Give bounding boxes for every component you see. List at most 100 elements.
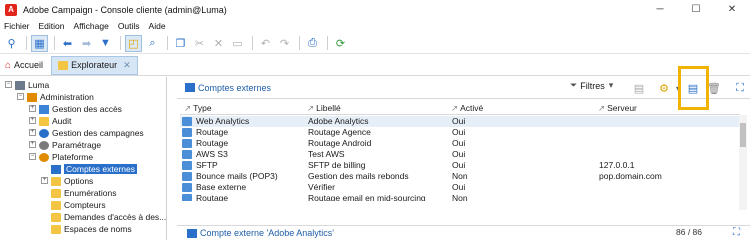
list-panel-header: Comptes externes ⏷ Filtres ▾ ▤ ⚙ ▾ ▤ 🗑 ⛶ [177, 77, 750, 99]
select-tool-icon[interactable]: ◰ [125, 34, 142, 52]
trash-icon[interactable]: 🗑 [707, 81, 721, 95]
cut-icon[interactable]: ✂ [191, 35, 208, 52]
menu-affichage[interactable]: Affichage [74, 21, 109, 31]
window-title: Adobe Campaign - Console cliente (admin@… [23, 4, 227, 15]
table-row[interactable]: Base externe Vérifier Oui [180, 182, 740, 193]
mail-icon [182, 172, 192, 181]
refresh-icon[interactable]: ⟳ [332, 35, 349, 52]
menu-aide[interactable]: Aide [149, 21, 166, 31]
tree-item-access-requests[interactable]: Demandes d'accès à des... [51, 211, 166, 223]
detail-title: Compte externe 'Adobe Analytics' [200, 228, 335, 238]
tab-explorer-label: Explorateur [71, 60, 118, 70]
paste-icon[interactable]: ▭ [229, 35, 246, 52]
menu-edition[interactable]: Edition [39, 21, 65, 31]
menu-fichier[interactable]: Fichier [4, 21, 30, 31]
detail-view-icon[interactable]: ⛶ [733, 81, 747, 95]
vertical-scrollbar[interactable] [739, 115, 747, 210]
campaign-icon [39, 128, 49, 138]
tree-item-namespaces[interactable]: Espaces de noms [51, 223, 132, 235]
tab-home-label: Accueil [14, 60, 44, 70]
tree-item-settings[interactable]: Paramétrage [39, 139, 101, 151]
column-header-enabled[interactable]: ↗ Activé [451, 103, 483, 114]
column-header-server[interactable]: ↗ Serveur [598, 103, 637, 114]
expand-icon[interactable]: + [29, 117, 36, 124]
delete-icon[interactable]: ✕ [210, 35, 227, 52]
cloud-storage-icon [182, 150, 192, 159]
filters-button[interactable]: ⏷ Filtres ▾ [570, 80, 613, 91]
gear-icon [39, 152, 49, 162]
tabs-row: ⌂ Accueil Explorateur ✕ [0, 55, 750, 76]
gear-icon [39, 140, 49, 150]
menu-outils[interactable]: Outils [118, 21, 140, 31]
table-row[interactable]: AWS S3 Test AWS Oui [180, 149, 740, 160]
folder-key-icon [39, 104, 49, 114]
tree-item-counters[interactable]: Compteurs [51, 199, 106, 211]
routing-icon [182, 194, 192, 201]
navigation-tree: − Luma − Administration + Gestion des ac… [0, 77, 167, 240]
minimize-button[interactable]: ─ [642, 0, 678, 19]
forward-arrow-icon[interactable]: ➡ [78, 35, 95, 52]
table-row[interactable]: Routage Routage email en mid-sourcing No… [180, 193, 740, 201]
tree-item-root[interactable]: Luma [15, 79, 49, 91]
tree-item-platform[interactable]: Plateforme [39, 151, 93, 163]
table-row[interactable]: SFTP SFTP de billing Oui 127.0.0.1 [180, 160, 740, 171]
home-icon: ⌂ [5, 59, 12, 71]
routing-icon [182, 128, 192, 137]
table-row[interactable]: Routage Routage Android Oui [180, 138, 740, 149]
window-controls: ─ ☐ ✕ [642, 0, 750, 19]
external-account-icon [185, 83, 195, 92]
close-icon[interactable]: ✕ [123, 60, 131, 71]
folder-down-icon[interactable]: ▼ [97, 35, 114, 52]
menu-bar: Fichier Edition Affichage Outils Aide [0, 19, 750, 33]
tree-item-audit[interactable]: Audit [39, 115, 71, 127]
tab-home[interactable]: ⌂ Accueil [0, 60, 51, 71]
copy-icon[interactable]: ❐ [172, 35, 189, 52]
tab-explorer[interactable]: Explorateur ✕ [51, 55, 138, 75]
collapse-icon[interactable]: − [5, 81, 12, 88]
actions-gear-icon[interactable]: ⚙ [657, 81, 671, 95]
adobe-campaign-logo: A [5, 3, 17, 16]
table-row[interactable]: Bounce mails (POP3) Gestion des mails re… [180, 171, 740, 182]
tree-item-campaign-management[interactable]: Gestion des campagnes [39, 127, 144, 139]
close-window-button[interactable]: ✕ [714, 0, 750, 19]
undo-icon[interactable]: ↶ [257, 35, 274, 52]
routing-icon [182, 139, 192, 148]
expand-icon[interactable]: + [29, 129, 36, 136]
expand-icon[interactable]: + [29, 105, 36, 112]
column-header-type[interactable]: ↗ Type [184, 103, 212, 114]
filter-save-icon[interactable]: ▤ [632, 81, 646, 95]
main-toolbar: ⚲ ▦ ⬅ ➡ ▼ ◰ ⌕ ❐ ✂ ✕ ▭ ↶ ↷ ⎙ ⟳ [0, 33, 750, 54]
wrench-icon [27, 92, 37, 102]
folder-icon [51, 188, 61, 198]
redo-icon[interactable]: ↷ [276, 35, 293, 52]
folder-icon [51, 212, 61, 222]
expand-icon[interactable]: + [41, 177, 48, 184]
expand-detail-icon[interactable]: ⛶ [733, 227, 740, 238]
explorer-view-icon[interactable]: ▦ [31, 34, 48, 52]
folder-icon [51, 224, 61, 234]
column-header-label[interactable]: ↗ Libellé [307, 103, 341, 114]
find-icon[interactable]: ⌕ [144, 35, 161, 52]
funnel-icon: ⏷ [570, 80, 578, 90]
scrollbar-thumb[interactable] [740, 123, 746, 147]
title-bar: A Adobe Campaign - Console cliente (admi… [0, 0, 750, 19]
tree-item-external-accounts[interactable]: Comptes externes [51, 163, 137, 175]
folder-icon [51, 176, 61, 186]
tree-item-options[interactable]: Options [51, 175, 93, 187]
table-row[interactable]: Routage Routage Agence Oui [180, 127, 740, 138]
record-count: 86 / 86 [676, 227, 702, 237]
expand-icon[interactable]: + [29, 141, 36, 148]
table-row[interactable]: Web Analytics Adobe Analytics Oui [180, 116, 740, 127]
tree-item-administration[interactable]: Administration [27, 91, 94, 103]
back-arrow-icon[interactable]: ⬅ [59, 35, 76, 52]
detail-title-wrap: Compte externe 'Adobe Analytics' [177, 226, 657, 240]
collapse-icon[interactable]: − [29, 153, 36, 160]
table-header: ↗ Type ↗ Libellé ↗ Activé ↗ Serveur [180, 101, 740, 115]
tree-item-enumerations[interactable]: Enumérations [51, 187, 116, 199]
user-icon[interactable]: ⚲ [3, 35, 20, 52]
folder-icon [51, 200, 61, 210]
maximize-button[interactable]: ☐ [678, 0, 714, 19]
print-icon[interactable]: ⎙ [304, 35, 321, 52]
tree-item-access-management[interactable]: Gestion des accès [39, 103, 122, 115]
collapse-icon[interactable]: − [17, 93, 24, 100]
